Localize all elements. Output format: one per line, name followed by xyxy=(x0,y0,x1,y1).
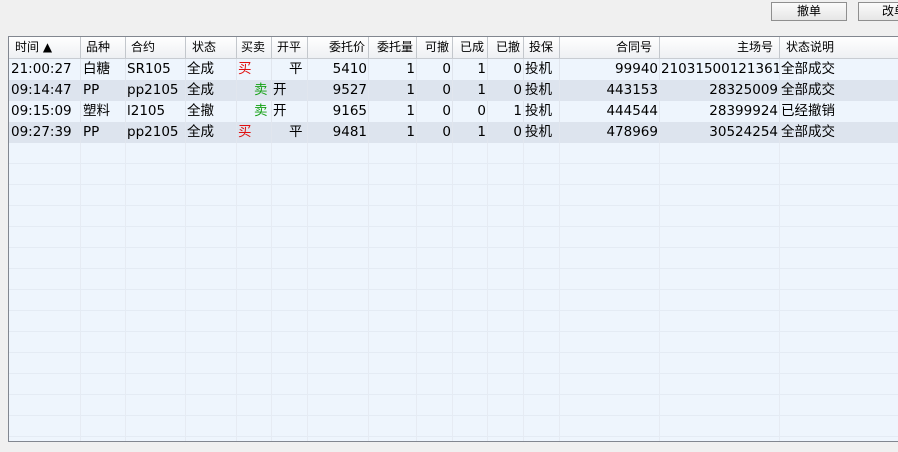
cell-filled: 1 xyxy=(453,80,488,101)
cell-time: 21:00:27 xyxy=(9,59,81,80)
cell-filled: 1 xyxy=(453,122,488,143)
cell-contract: l2105 xyxy=(126,101,186,122)
cell-offset: 开 xyxy=(272,80,308,101)
cell-side: 买 xyxy=(237,122,272,143)
cell-hedge: 投机 xyxy=(524,101,560,122)
cell-exchange-no: 28325009 xyxy=(660,80,780,101)
table-row[interactable]: 09:27:39 PP pp2105 全成买平 9481 1 0 1 0 投机 478969 3052… xyxy=(9,122,898,143)
cell-cancelled: 0 xyxy=(488,59,524,80)
cell-time: 09:27:39 xyxy=(9,122,81,143)
col-header-product[interactable]: 品种 xyxy=(81,37,126,58)
cell-cancelled: 1 xyxy=(488,101,524,122)
table-row[interactable]: 09:15:09 塑料 l2105 全撤卖开 9165 1 0 0 1 投机 444544 28399… xyxy=(9,101,898,122)
col-header-cancelled[interactable]: 已撤 xyxy=(488,37,524,58)
col-header-contract[interactable]: 合约 xyxy=(126,37,186,58)
cell-price: 9481 xyxy=(308,122,369,143)
col-header-price[interactable]: 委托价 xyxy=(308,37,369,58)
cell-side: 买 xyxy=(237,59,272,80)
col-header-contract-no[interactable]: 合同号 xyxy=(560,37,660,58)
cancel-order-button[interactable]: 撤单 xyxy=(771,2,847,21)
toolbar: 撤单 改单 xyxy=(0,0,898,27)
cell-contract: SR105 xyxy=(126,59,186,80)
col-header-qty[interactable]: 委托量 xyxy=(369,37,417,58)
cell-exchange-no: 210315001213­61 xyxy=(660,59,780,80)
cell-cancelled: 0 xyxy=(488,80,524,101)
cell-exchange-no: 28399924 xyxy=(660,101,780,122)
cell-price: 5410 xyxy=(308,59,369,80)
cell-status: 全成 xyxy=(186,122,237,143)
cell-product: PP xyxy=(81,80,126,101)
cell-status: 全成 xyxy=(186,80,237,101)
cell-product: PP xyxy=(81,122,126,143)
table-header: 时间 ▲ 品种 合约 状态 买卖 开平 委托价 委托量 可撤 已成 已撤 投保 … xyxy=(9,37,898,59)
cell-side: 卖 xyxy=(237,80,272,101)
cell-status: 全成 xyxy=(186,59,237,80)
modify-order-button[interactable]: 改单 xyxy=(858,2,898,21)
cell-offset: 平 xyxy=(272,122,308,143)
cell-cancellable: 0 xyxy=(417,122,453,143)
col-header-side[interactable]: 买卖 xyxy=(237,37,272,58)
col-header-offset[interactable]: 开平 xyxy=(272,37,308,58)
table-row[interactable]: 09:14:47 PP pp2105 全成卖开 9527 1 0 1 0 投机 443153 2832… xyxy=(9,80,898,101)
cell-contract-no: 99940 xyxy=(560,59,660,80)
cell-qty: 1 xyxy=(369,59,417,80)
cell-status-desc: 全部成交 xyxy=(780,80,898,101)
table-row[interactable]: 21:00:27 白糖 SR105 全成买平 5410 1 0 1 0 投机 99940 210315… xyxy=(9,59,898,80)
cell-hedge: 投机 xyxy=(524,59,560,80)
col-header-filled[interactable]: 已成 xyxy=(453,37,488,58)
cell-time: 09:14:47 xyxy=(9,80,81,101)
col-header-status[interactable]: 状态 xyxy=(186,37,237,58)
cell-contract: pp2105 xyxy=(126,80,186,101)
col-header-time[interactable]: 时间 ▲ xyxy=(9,37,81,58)
cell-contract-no: 478969 xyxy=(560,122,660,143)
cell-cancellable: 0 xyxy=(417,101,453,122)
cell-time: 09:15:09 xyxy=(9,101,81,122)
cell-side: 卖 xyxy=(237,101,272,122)
cell-offset: 开 xyxy=(272,101,308,122)
cell-status-desc: 已经撤销 xyxy=(780,101,898,122)
cell-qty: 1 xyxy=(369,122,417,143)
cell-hedge: 投机 xyxy=(524,122,560,143)
cell-contract-no: 443153 xyxy=(560,80,660,101)
cell-status-desc: 全部成交 xyxy=(780,122,898,143)
cell-status: 全撤 xyxy=(186,101,237,122)
cell-qty: 1 xyxy=(369,80,417,101)
col-header-hedge[interactable]: 投保 xyxy=(524,37,560,58)
cell-exchange-no: 30524254 xyxy=(660,122,780,143)
cell-cancellable: 0 xyxy=(417,80,453,101)
cell-price: 9165 xyxy=(308,101,369,122)
cell-cancellable: 0 xyxy=(417,59,453,80)
cell-cancelled: 0 xyxy=(488,122,524,143)
cell-offset: 平 xyxy=(272,59,308,80)
cell-contract: pp2105 xyxy=(126,122,186,143)
cell-product: 塑料 xyxy=(81,101,126,122)
col-header-cancellable[interactable]: 可撤 xyxy=(417,37,453,58)
col-header-exchange-no[interactable]: 主场号 xyxy=(660,37,780,58)
cell-filled: 1 xyxy=(453,59,488,80)
cell-status-desc: 全部成交 xyxy=(780,59,898,80)
cell-product: 白糖 xyxy=(81,59,126,80)
cell-qty: 1 xyxy=(369,101,417,122)
cell-price: 9527 xyxy=(308,80,369,101)
col-header-status-desc[interactable]: 状态说明 xyxy=(780,37,898,58)
cell-hedge: 投机 xyxy=(524,80,560,101)
cell-filled: 0 xyxy=(453,101,488,122)
cell-contract-no: 444544 xyxy=(560,101,660,122)
orders-table: 时间 ▲ 品种 合约 状态 买卖 开平 委托价 委托量 可撤 已成 已撤 投保 … xyxy=(8,36,898,442)
